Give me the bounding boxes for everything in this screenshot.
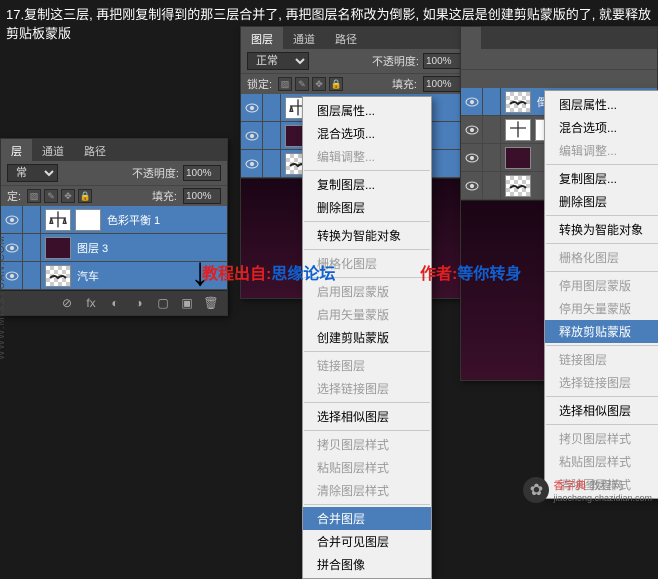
lock-position-icon[interactable]: ✥ [61,189,75,203]
layer-thumb [505,147,531,169]
menu-item: 栅格化图层 [545,246,658,269]
lock-all-icon[interactable]: 🔒 [78,189,92,203]
panel-tabs: 层 通道 路径 [1,139,227,161]
opacity-input[interactable] [423,53,461,69]
credit-text: 教程出自:思缘论坛 [202,260,335,284]
adjustment-thumb [505,119,531,141]
menu-item[interactable]: 复制图层... [303,173,431,196]
menu-item[interactable]: 选择相似图层 [545,399,658,422]
menu-item: 启用矢量蒙版 [303,303,431,326]
menu-item[interactable]: 混合选项... [303,122,431,145]
menu-item[interactable]: 合并图层 [303,507,431,530]
lock-pixels-icon[interactable]: ✎ [295,77,309,91]
menu-item[interactable]: 删除图层 [545,190,658,213]
layer-thumb [45,237,71,259]
menu-item[interactable]: 释放剪贴蒙版 [545,320,658,343]
menu-item: 粘贴图层样式 [545,450,658,473]
menu-item: 链接图层 [545,348,658,371]
link-icon[interactable]: ⊘ [59,295,75,311]
lock-all-icon[interactable]: 🔒 [329,77,343,91]
menu-item[interactable]: 选择相似图层 [303,405,431,428]
fx-icon[interactable]: fx [83,295,99,311]
layer-thumb [505,91,531,113]
menu-item[interactable]: 图层属性... [545,93,658,116]
mask-icon[interactable]: ◐ [107,295,123,311]
menu-item[interactable]: 拼合图像 [303,553,431,576]
link-col [23,262,41,290]
folder-icon[interactable]: ▢ [155,295,171,311]
new-layer-icon[interactable]: ▣ [179,295,195,311]
visibility-toggle[interactable] [461,172,483,200]
menu-item[interactable]: 混合选项... [545,116,658,139]
layer-name: 色彩平衡 1 [105,212,227,228]
layer-thumb [45,265,71,287]
lock-label: 锁定: [247,76,272,92]
link-col [23,234,41,262]
menu-item[interactable]: 复制图层... [545,167,658,190]
credit-text-2: 作者:等你转身 [420,260,521,284]
fill-input[interactable] [423,76,461,92]
menu-item: 选择链接图层 [545,371,658,394]
menu-item: 拷贝图层样式 [545,427,658,450]
menu-item: 选择链接图层 [303,377,431,400]
menu-item[interactable]: 创建剪贴蒙版 [303,326,431,349]
lock-transparency-icon[interactable]: ▨ [278,77,292,91]
menu-item: 粘贴图层样式 [303,456,431,479]
visibility-toggle[interactable] [461,116,483,144]
layer-context-menu-1: 图层属性...混合选项...编辑调整...复制图层...删除图层转换为智能对象栅… [302,96,432,579]
menu-item: 编辑调整... [545,139,658,162]
menu-item[interactable]: 转换为智能对象 [303,224,431,247]
opacity-input[interactable] [183,165,221,181]
lock-label: 定: [7,188,21,204]
layer-row[interactable]: 色彩平衡 1 [1,206,227,234]
lock-pixels-icon[interactable]: ✎ [44,189,58,203]
blend-mode-select[interactable]: 常 [7,164,58,182]
watermark-left: WWW.MISSYUAN.COM [0,235,7,360]
fill-input[interactable] [183,188,221,204]
menu-item: 清除图层样式 [303,479,431,502]
visibility-toggle[interactable] [461,88,483,116]
menu-item[interactable]: 图层属性... [303,99,431,122]
blend-row: 常 不透明度: [1,161,227,185]
opacity-label: 不透明度: [132,165,179,181]
trash-icon[interactable]: 🗑 [203,295,219,311]
adjustment-icon[interactable]: ◑ [131,295,147,311]
layer-thumb [505,175,531,197]
visibility-toggle[interactable] [241,122,263,150]
menu-item: 链接图层 [303,354,431,377]
fill-label: 填充: [152,188,177,204]
layer-context-menu-2: 图层属性...混合选项...编辑调整... 复制图层...删除图层转换为智能对象栅… [544,90,658,499]
visibility-toggle[interactable] [461,144,483,172]
tab-channels[interactable]: 通道 [32,139,74,161]
visibility-toggle[interactable] [241,94,263,122]
instruction-text: 17.复制这三层, 再把刚复制得到的那三层合并了, 再把图层名称改为倒影, 如果… [6,4,658,42]
menu-item: 停用图层蒙版 [545,274,658,297]
lock-row: 锁定: ▨ ✎ ✥ 🔒 填充: [241,73,467,94]
menu-item: 拷贝图层样式 [303,433,431,456]
menu-item[interactable]: 合并可见图层 [303,530,431,553]
menu-item: 编辑调整... [303,145,431,168]
logo-icon: ✿ [523,477,549,503]
menu-item: 停用矢量蒙版 [545,297,658,320]
lock-row: 定: ▨ ✎ ✥ 🔒 填充: [1,185,227,206]
link-col [23,206,41,234]
fill-label: 填充: [392,76,417,92]
tab-paths[interactable]: 路径 [74,139,116,161]
watermark-right: ✿ 香字典 教程网 jiaocheng.chazidian.com [523,477,652,503]
tab-layers[interactable]: 层 [1,139,32,161]
menu-item[interactable]: 转换为智能对象 [545,218,658,241]
menu-item[interactable]: 删除图层 [303,196,431,219]
lock-transparency-icon[interactable]: ▨ [27,189,41,203]
opacity-label: 不透明度: [372,53,419,69]
visibility-toggle[interactable] [241,150,263,178]
blend-mode-select[interactable]: 正常 [247,52,309,70]
adjustment-thumb [45,209,71,231]
mask-thumb [75,209,101,231]
blend-row: 正常 不透明度: [241,49,467,73]
visibility-toggle[interactable] [1,206,23,234]
lock-position-icon[interactable]: ✥ [312,77,326,91]
